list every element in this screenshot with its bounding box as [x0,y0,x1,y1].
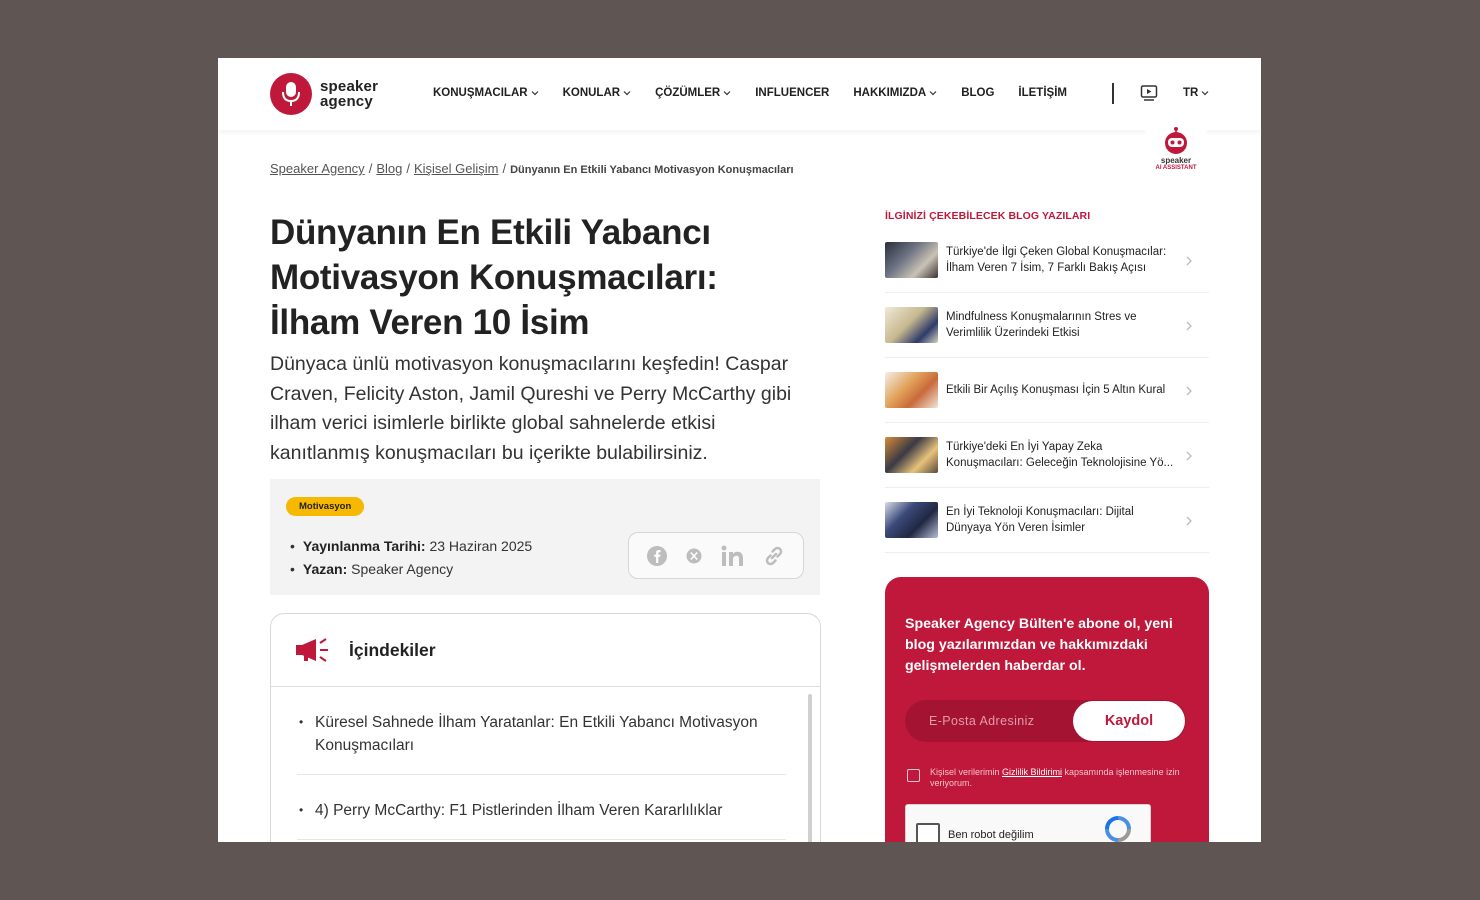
nav-item-4[interactable]: HAKKIMIZDA [853,87,937,99]
copy-link-icon[interactable] [762,544,786,568]
related-post[interactable]: Mindfulness Konuşmalarının Stres ve Veri… [885,293,1209,358]
post-thumbnail [885,437,938,473]
breadcrumb-link-home[interactable]: Speaker Agency [270,161,365,176]
site-header: speaker agency KONUŞMACILAR KONULAR ÇÖZÜML… [218,58,1261,130]
recaptcha: Ben robot değilim [905,804,1151,842]
article-meta: Motivasyon Yayınlanma Tarihi: 23 Haziran… [270,479,820,595]
nav-item-3[interactable]: INFLUENCER [755,87,829,99]
related-post[interactable]: Etkili Bir Açılış Konuşması İçin 5 Altın… [885,358,1209,423]
linkedin-icon[interactable] [721,545,745,567]
recaptcha-label: Ben robot değilim [948,829,1034,841]
post-thumbnail [885,502,938,538]
breadcrumb: Speaker Agency / Blog / Kişisel Gelişim / D… [270,161,794,176]
post-thumbnail [885,242,938,278]
toc-title: İçindekiler [349,639,436,660]
author: Yazan: Speaker Agency [290,558,532,581]
language-select[interactable]: TR [1183,87,1209,99]
chevron-down-icon [531,91,538,96]
related-post[interactable]: Türkiye'deki En İyi Yapay Zeka Konuşmacı… [885,423,1209,488]
nav-label: BLOG [961,87,995,99]
ai-label: speaker [1160,156,1192,165]
toc-item[interactable]: Küresel Sahnede İlham Yaratanlar: En Etk… [297,687,786,775]
nav-label: HAKKIMIZDA [853,87,927,99]
language-label: TR [1183,87,1199,99]
privacy-link[interactable]: Gizlilik Bildirimi [1002,767,1062,777]
post-title: Türkiye'deki En İyi Yapay Zeka Konuşmacı… [946,441,1174,469]
post-title: Etkili Bir Açılış Konuşması İçin 5 Altın… [946,384,1166,396]
breadcrumb-current: Dünyanın En Etkili Yabancı Motivasyon Ko… [510,164,794,176]
post-title: Mindfulness Konuşmalarının Stres ve Veri… [946,311,1137,339]
related-post[interactable]: Türkiye'de İlgi Çeken Global Konuşmacıla… [885,228,1209,293]
article-title: Dünyanın En Etkili Yabancı Motivasyon Ko… [270,213,718,342]
table-of-contents: İçindekiler Küresel Sahnede İlham Yarata… [270,613,821,842]
megaphone-icon [296,638,328,662]
nav-label: KONULAR [562,87,621,99]
nav-label: INFLUENCER [755,87,830,99]
nav-item-5[interactable]: BLOG [961,87,994,99]
nav-label: ÇÖZÜMLER [655,87,721,99]
recaptcha-checkbox[interactable] [916,823,940,842]
robot-icon [1165,127,1187,154]
ai-assistant-button[interactable]: speaker AI ASSISTANT [1145,122,1207,182]
share-bar [628,532,804,579]
chevron-down-icon [723,91,731,96]
article-lead: Dünyaca ünlü motivasyon konuşmacılarını … [270,353,792,464]
nav-label: KONUŞMACILAR [433,87,528,99]
nav-item-2[interactable]: ÇÖZÜMLER [655,87,731,99]
chevron-down-icon [623,91,631,96]
main-nav: KONUŞMACILAR KONULAR ÇÖZÜMLER INFLUENCER HAK… [433,87,1067,99]
nav-item-0[interactable]: KONUŞMACILAR [433,87,539,99]
logo-text: speaker agency [320,78,379,110]
breadcrumb-link-blog[interactable]: Blog [376,161,402,176]
chevron-down-icon [929,91,937,96]
post-thumbnail [885,307,938,343]
toc-header[interactable]: İçindekiler [271,614,820,687]
browser-page: speaker agency KONUŞMACILAR KONULAR ÇÖZÜML… [218,58,1261,842]
chevron-right-icon [1186,451,1192,461]
consent-row: Kişisel verilerimin Gizlilik Bildirimi k… [907,767,1197,789]
video-icon[interactable] [1140,84,1158,107]
consent-checkbox[interactable] [907,769,920,782]
consent-text: Kişisel verilerimin Gizlilik Bildirimi k… [930,767,1180,788]
category-tag[interactable]: Motivasyon [286,497,365,516]
toc-list: Küresel Sahnede İlham Yaratanlar: En Etk… [271,687,820,840]
toc-scrollbar[interactable] [808,694,812,842]
microphone-icon [270,73,312,115]
chevron-right-icon [1186,321,1192,331]
email-input[interactable] [905,700,1075,742]
related-post[interactable]: En İyi Teknoloji Konuşmacıları: Dijital … [885,488,1209,553]
subscribe-button[interactable]: Kaydol [1073,701,1185,741]
breadcrumb-link-category[interactable]: Kişisel Gelişim [414,161,499,176]
facebook-icon[interactable] [646,545,668,567]
post-title: Türkiye'de İlgi Çeken Global Konuşmacıla… [946,246,1167,274]
nav-label: İLETİŞİM [1018,87,1067,99]
post-title: En İyi Teknoloji Konuşmacıları: Dijital … [946,506,1134,534]
publish-date: Yayınlanma Tarihi: 23 Haziran 2025 [290,535,532,558]
logo[interactable]: speaker agency [270,73,378,115]
chevron-right-icon [1186,516,1192,526]
chevron-right-icon [1186,256,1192,266]
toc-item[interactable]: 4) Perry McCarthy: F1 Pistlerinden İlham… [297,775,786,840]
nav-item-6[interactable]: İLETİŞİM [1018,87,1067,99]
post-thumbnail [885,372,938,408]
recaptcha-icon [1105,816,1131,842]
related-posts-title: İLGİNİZİ ÇEKEBİLECEK BLOG YAZILARI [885,210,1091,222]
chevron-right-icon [1186,386,1192,396]
related-posts: Türkiye'de İlgi Çeken Global Konuşmacıla… [885,228,1209,553]
nav-item-1[interactable]: KONULAR [563,87,632,99]
ai-sub-label: AI ASSISTANT [1155,165,1197,171]
newsletter-text: Speaker Agency Bülten'e abone ol, yeni b… [905,616,1173,674]
newsletter-box: Speaker Agency Bülten'e abone ol, yeni b… [885,577,1209,842]
x-icon[interactable] [685,547,703,565]
nav-divider [1112,83,1114,104]
newsletter-form: Kaydol [905,700,1186,742]
chevron-down-icon [1201,91,1209,96]
